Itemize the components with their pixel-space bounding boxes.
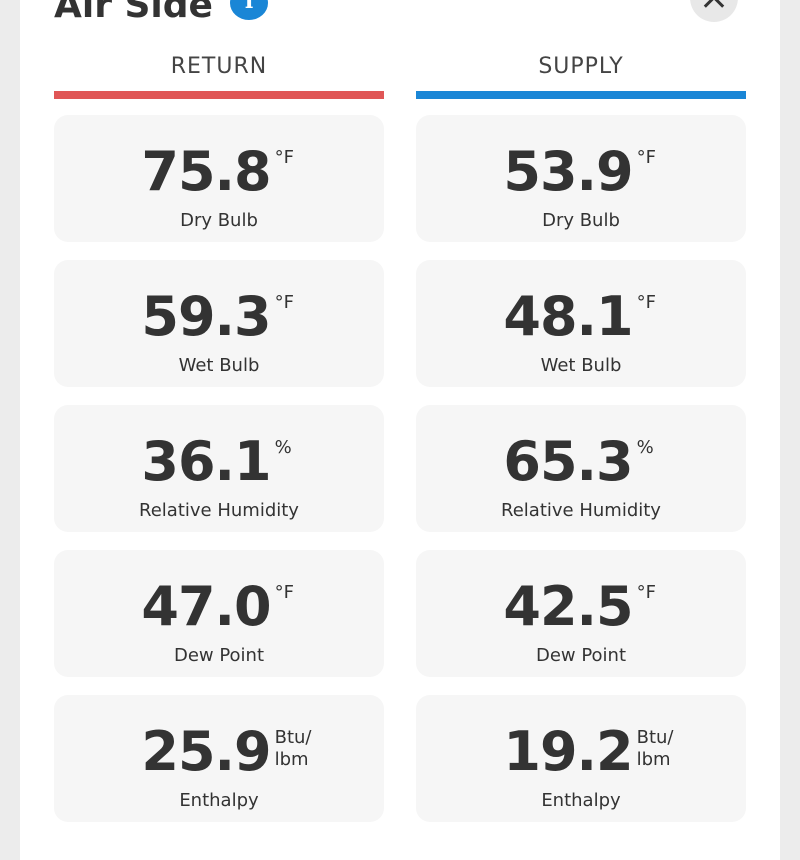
return-relative-humidity-card[interactable]: 36.1% Relative Humidity [54, 405, 384, 532]
unit-label: % [636, 437, 654, 458]
return-wet-bulb-value: 59.3 [141, 285, 271, 348]
metric-label: Dew Point [173, 645, 265, 666]
page-title: Air Side [54, 0, 213, 26]
metric-label: Dry Bulb [542, 210, 620, 231]
supply-dew-point-value: 42.5 [503, 575, 633, 638]
unit-label: % [274, 437, 292, 458]
return-enthalpy-value: 25.9 [141, 720, 271, 783]
return-dew-point-card[interactable]: 47.0 °F Dew Point [54, 550, 384, 677]
return-dry-bulb-card[interactable]: 75.8 °F Dry Bulb [54, 115, 384, 242]
return-dry-bulb-value: 75.8 [141, 140, 271, 203]
supply-relative-humidity-value: 65.3 [503, 430, 633, 493]
supply-enthalpy-value: 19.2 [503, 720, 633, 783]
return-enthalpy-card[interactable]: 25.9 Btu/ lbm Enthalpy [54, 695, 384, 822]
supply-accent-bar [416, 91, 746, 99]
unit-label: °F [636, 292, 656, 313]
supply-dew-point-card[interactable]: 42.5 °F Dew Point [416, 550, 746, 677]
supply-dry-bulb-value: 53.9 [503, 140, 633, 203]
metric-label: Dry Bulb [180, 210, 258, 231]
supply-relative-humidity-card[interactable]: 65.3% Relative Humidity [416, 405, 746, 532]
unit-label: °F [636, 582, 656, 603]
metric-label: Enthalpy [179, 790, 259, 811]
return-accent-bar [54, 91, 384, 99]
supply-dry-bulb-card[interactable]: 53.9 °F Dry Bulb [416, 115, 746, 242]
return-column-header: RETURN [170, 54, 268, 79]
supply-column-header: SUPPLY [538, 54, 624, 79]
unit-label: Btu/ lbm [636, 727, 674, 770]
supply-enthalpy-card[interactable]: 19.2 Btu/ lbm Enthalpy [416, 695, 746, 822]
supply-wet-bulb-card[interactable]: 48.1 °F Wet Bulb [416, 260, 746, 387]
metric-label: Dew Point [535, 645, 627, 666]
metric-label: Enthalpy [541, 790, 621, 811]
unit-label: Btu/ lbm [274, 727, 312, 770]
metric-label: Relative Humidity [139, 500, 299, 521]
unit-label: °F [274, 582, 294, 603]
return-relative-humidity-value: 36.1 [141, 430, 271, 493]
unit-label: °F [274, 147, 294, 168]
unit-label: °F [636, 147, 656, 168]
return-wet-bulb-card[interactable]: 59.3 °F Wet Bulb [54, 260, 384, 387]
metric-label: Relative Humidity [501, 500, 661, 521]
return-dew-point-value: 47.0 [141, 575, 271, 638]
metric-label: Wet Bulb [178, 355, 260, 376]
supply-wet-bulb-value: 48.1 [503, 285, 633, 348]
unit-label: °F [274, 292, 294, 313]
metric-label: Wet Bulb [540, 355, 622, 376]
